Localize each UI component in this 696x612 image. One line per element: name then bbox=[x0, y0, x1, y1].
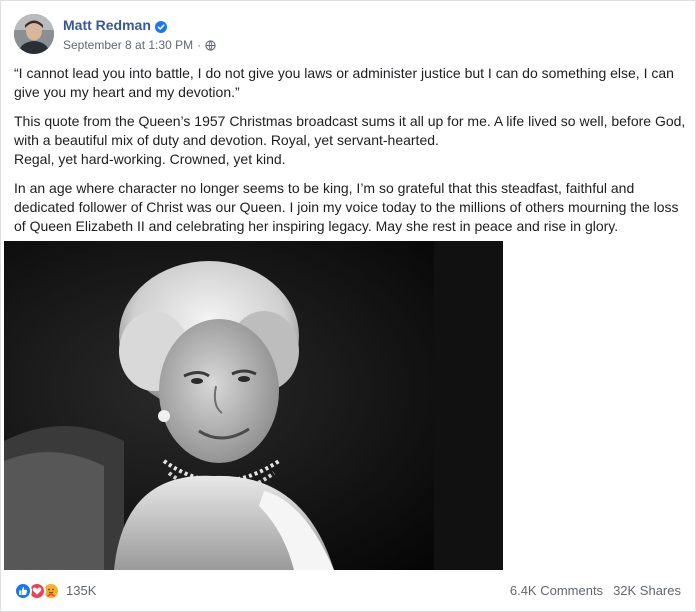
reaction-icons bbox=[14, 582, 60, 600]
shares-count-link[interactable]: 32K Shares bbox=[613, 583, 681, 599]
post-footer: 135K 6.4K Comments 32K Shares bbox=[1, 570, 695, 611]
reactions-summary[interactable]: 135K bbox=[14, 582, 96, 600]
post-paragraph-broadcast: This quote from the Queen’s 1957 Christm… bbox=[14, 112, 686, 169]
post-text: “I cannot lead you into battle, I do not… bbox=[14, 64, 686, 246]
globe-icon[interactable] bbox=[205, 39, 216, 51]
post-paragraph-quote: “I cannot lead you into battle, I do not… bbox=[14, 65, 674, 100]
post-header: Matt Redman September 8 at 1:30 PM · bbox=[14, 14, 216, 54]
post-paragraph-broadcast-line1: This quote from the Queen’s 1957 Christm… bbox=[14, 113, 686, 148]
like-icon bbox=[14, 582, 32, 600]
comments-count-link[interactable]: 6.4K Comments bbox=[510, 583, 603, 599]
post-photo[interactable] bbox=[4, 241, 503, 570]
separator-dot: · bbox=[197, 38, 202, 52]
author-avatar[interactable] bbox=[14, 14, 54, 54]
reaction-count: 135K bbox=[66, 583, 97, 598]
facebook-post: Matt Redman September 8 at 1:30 PM · “I … bbox=[0, 0, 696, 612]
author-meta: Matt Redman September 8 at 1:30 PM · bbox=[63, 17, 216, 52]
engagement-counts: 6.4K Comments 32K Shares bbox=[510, 583, 681, 599]
verified-badge-icon bbox=[154, 20, 167, 33]
post-timestamp[interactable]: September 8 at 1:30 PM bbox=[63, 38, 193, 52]
author-name[interactable]: Matt Redman bbox=[63, 17, 151, 34]
post-paragraph-tribute: In an age where character no longer seem… bbox=[14, 180, 679, 234]
author-name-row: Matt Redman bbox=[63, 17, 216, 34]
post-time-row: September 8 at 1:30 PM · bbox=[63, 38, 216, 52]
post-paragraph-broadcast-line2: Regal, yet hard-working. Crowned, yet ki… bbox=[14, 151, 286, 167]
